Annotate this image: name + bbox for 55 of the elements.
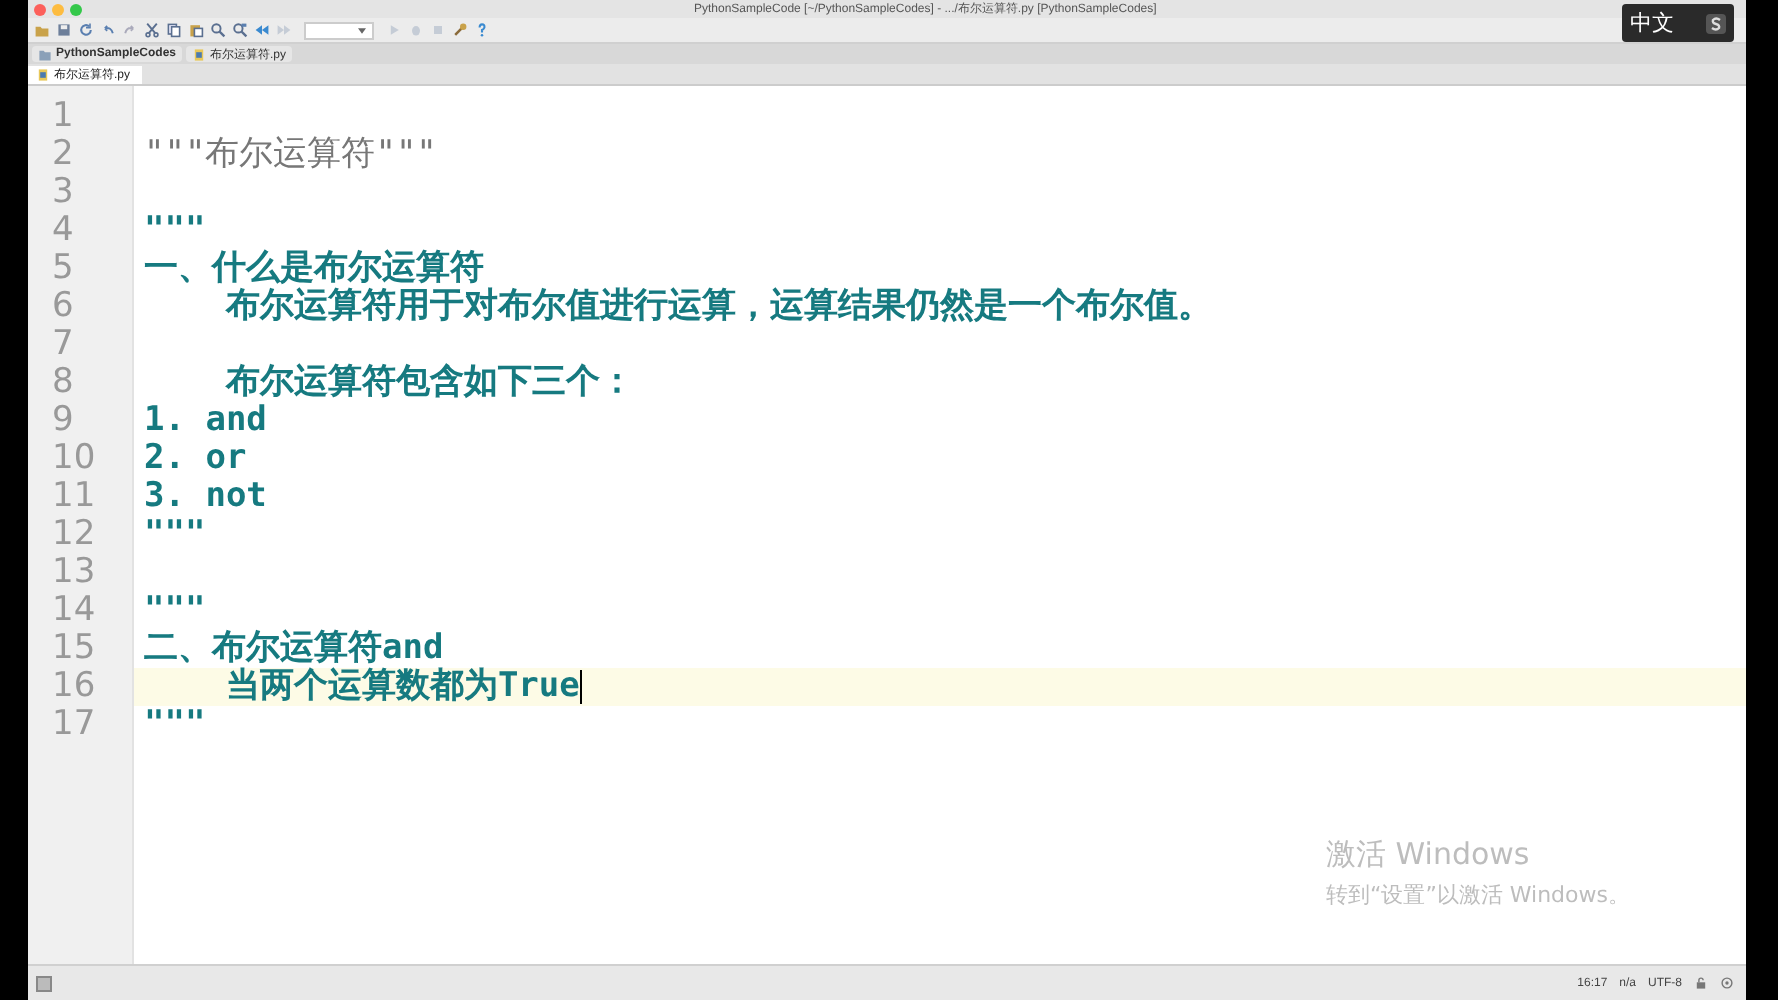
help-icon[interactable] <box>474 22 490 38</box>
code-line: """ <box>142 706 208 744</box>
line-number: 5 <box>50 250 76 288</box>
code-line: 二、布尔运算符and <box>142 630 444 668</box>
line-number: 14 <box>50 592 98 630</box>
code-line: 布尔运算符包含如下三个： <box>223 364 636 402</box>
code-line: 布尔运算符用于对布尔值进行运算，运算结果仍然是一个布尔值。 <box>223 288 1214 326</box>
run-configuration-dropdown[interactable] <box>304 21 374 39</box>
undo-icon[interactable] <box>100 22 116 38</box>
line-number: 2 <box>50 136 76 174</box>
code-line: """布尔运算符""" <box>142 136 439 174</box>
line-number: 16 <box>50 668 98 706</box>
save-icon[interactable] <box>56 22 72 38</box>
line-number: 6 <box>50 288 76 326</box>
code-line: 2. or <box>142 440 249 478</box>
scissors-icon[interactable] <box>144 22 160 38</box>
tool-window-icon[interactable] <box>36 975 52 991</box>
line-number: 4 <box>50 212 76 250</box>
line-number: 8 <box>50 364 76 402</box>
code-line: """ <box>142 212 208 250</box>
zoom-button[interactable] <box>70 3 82 15</box>
close-button[interactable] <box>34 3 46 15</box>
code-line: 1. and <box>142 402 269 440</box>
activation-message: 转到“设置”以激活 Windows。 <box>1326 880 1630 910</box>
navigate-back-icon[interactable] <box>254 22 270 38</box>
wrench-icon[interactable] <box>452 22 468 38</box>
search-replace-icon[interactable] <box>232 22 248 38</box>
input-method-logo-icon <box>1706 13 1726 33</box>
line-number: 3 <box>50 174 76 212</box>
inspector-icon[interactable] <box>1720 976 1734 990</box>
code-line: 一、什么是布尔运算符 <box>142 250 484 288</box>
line-number: 12 <box>50 516 98 554</box>
line-number: 15 <box>50 630 98 668</box>
line-number: 9 <box>50 402 76 440</box>
line-number: 10 <box>50 440 98 478</box>
line-number: 13 <box>50 554 98 592</box>
python-file-icon <box>192 47 207 61</box>
line-number: 7 <box>50 326 76 364</box>
paste-icon[interactable] <box>188 22 204 38</box>
search-icon[interactable] <box>210 22 226 38</box>
copy-icon[interactable] <box>166 22 182 38</box>
line-number: 11 <box>50 478 98 516</box>
code-editor[interactable]: 1 2 3 4 5 6 7 8 9 10 11 12 13 14 15 16 17 """布尔运算符""" """ 一、什么是布尔运算符 布尔运算符用于对布尔值进行运算，运算结果仍然是一个布尔值。 布尔运算符包含如下三个： 1. and 2. or 3. not """ """ 二、布尔运算符and 当两个运算数都为True """ 激活 Windows 转到“设置”以激活 Windows。 <box>28 86 1746 964</box>
refresh-icon[interactable] <box>78 22 94 38</box>
code-line: """ <box>142 592 208 630</box>
lock-icon[interactable] <box>1694 976 1708 990</box>
activation-title: 激活 Windows <box>1326 836 1532 874</box>
code-line: """ <box>142 516 208 554</box>
code-line: 3. not <box>142 478 269 516</box>
line-number: 1 <box>50 98 76 136</box>
python-file-icon <box>36 68 50 82</box>
input-method-indicator: 中文 <box>1622 4 1734 42</box>
line-number: 17 <box>50 706 98 744</box>
redo-icon[interactable] <box>122 22 138 38</box>
caret-icon <box>358 27 366 33</box>
